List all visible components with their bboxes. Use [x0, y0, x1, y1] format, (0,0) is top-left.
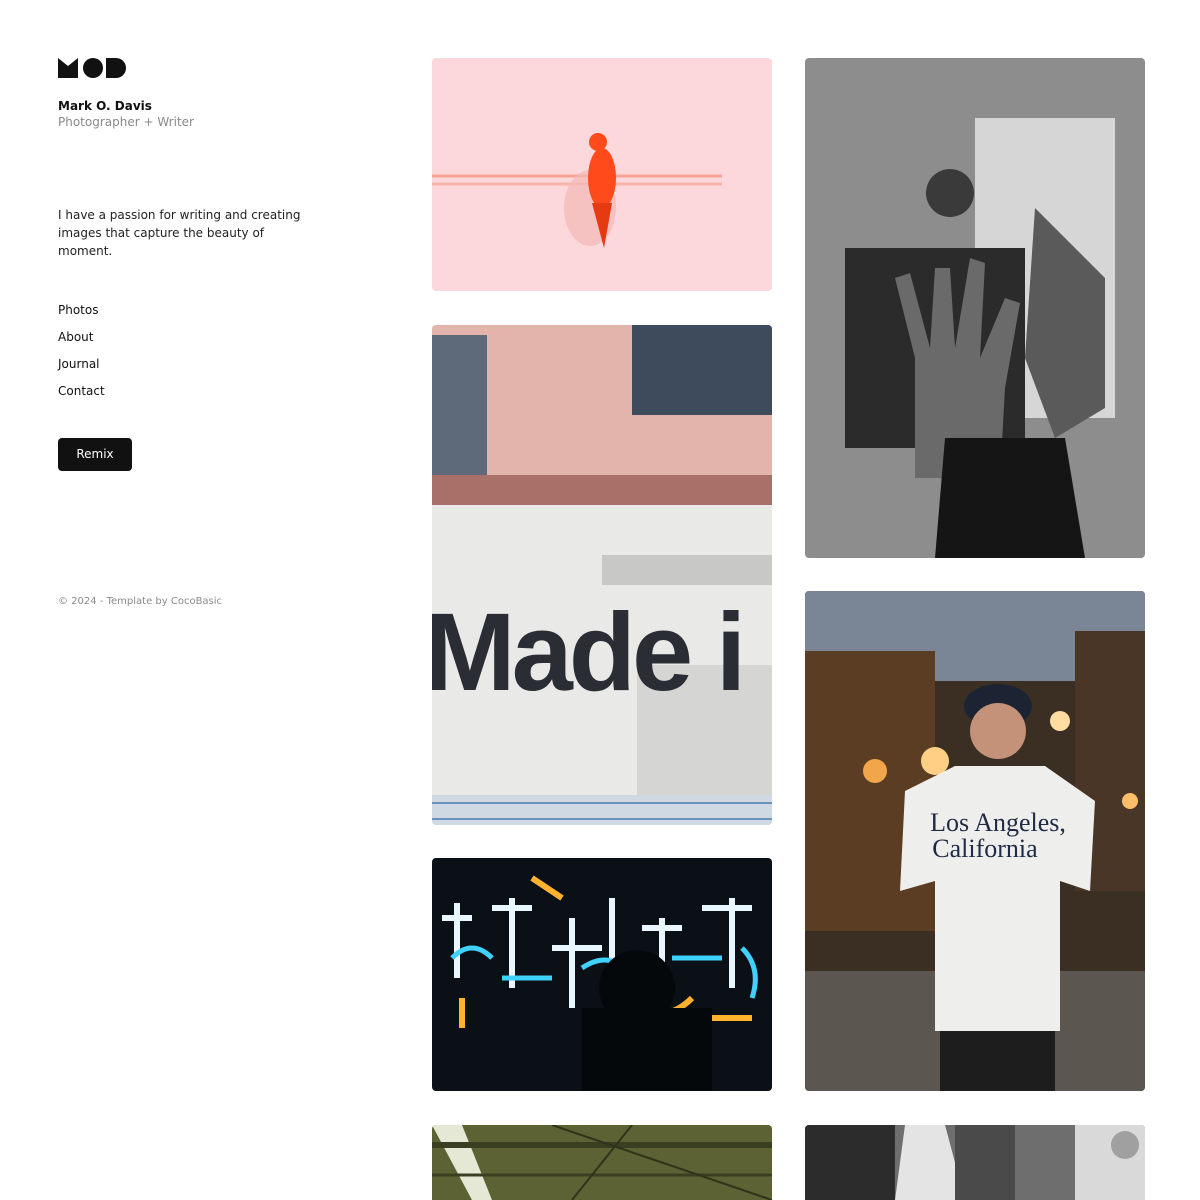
remix-button[interactable]: Remix: [58, 438, 132, 471]
nav-item-about[interactable]: About: [58, 324, 378, 351]
bird-icon: [432, 58, 772, 291]
profile-name: Mark O. Davis: [58, 99, 152, 113]
profile-role: Photographer + Writer: [58, 115, 194, 129]
nav-item-journal[interactable]: Journal: [58, 351, 378, 378]
monochrome-still-photo[interactable]: [805, 1125, 1145, 1200]
roof-icon: [432, 1125, 772, 1200]
mod-logo-icon: [58, 58, 126, 78]
shirt-text-line1: Los Angeles,: [930, 808, 1066, 837]
bird-on-wire-photo[interactable]: [432, 58, 772, 291]
neon-sign-photo[interactable]: [432, 858, 772, 1091]
main-nav: Photos About Journal Contact: [58, 297, 378, 405]
shirt-text-line2: California: [932, 834, 1038, 863]
los-angeles-shirt-photo[interactable]: Los Angeles, California: [805, 591, 1145, 1091]
monochrome-icon: [805, 1125, 1145, 1200]
made-in-sign-text: Made i: [432, 591, 742, 714]
made-in-wall-photo[interactable]: Made i: [432, 325, 772, 825]
building-icon: Made i: [432, 325, 772, 825]
brand-logo[interactable]: [58, 58, 378, 78]
sidebar: Mark O. Davis Photographer + Writer I ha…: [58, 58, 378, 471]
raised-hand-photo[interactable]: [805, 58, 1145, 558]
hand-icon: [805, 58, 1145, 558]
nav-item-photos[interactable]: Photos: [58, 297, 378, 324]
nav-item-contact[interactable]: Contact: [58, 378, 378, 405]
street-icon: Los Angeles, California: [805, 591, 1145, 1091]
warehouse-roof-photo[interactable]: [432, 1125, 772, 1200]
copyright-text: © 2024 - Template by CocoBasic: [58, 596, 223, 607]
bio-text: I have a passion for writing and creatin…: [58, 208, 301, 258]
neon-icon: [432, 858, 772, 1091]
